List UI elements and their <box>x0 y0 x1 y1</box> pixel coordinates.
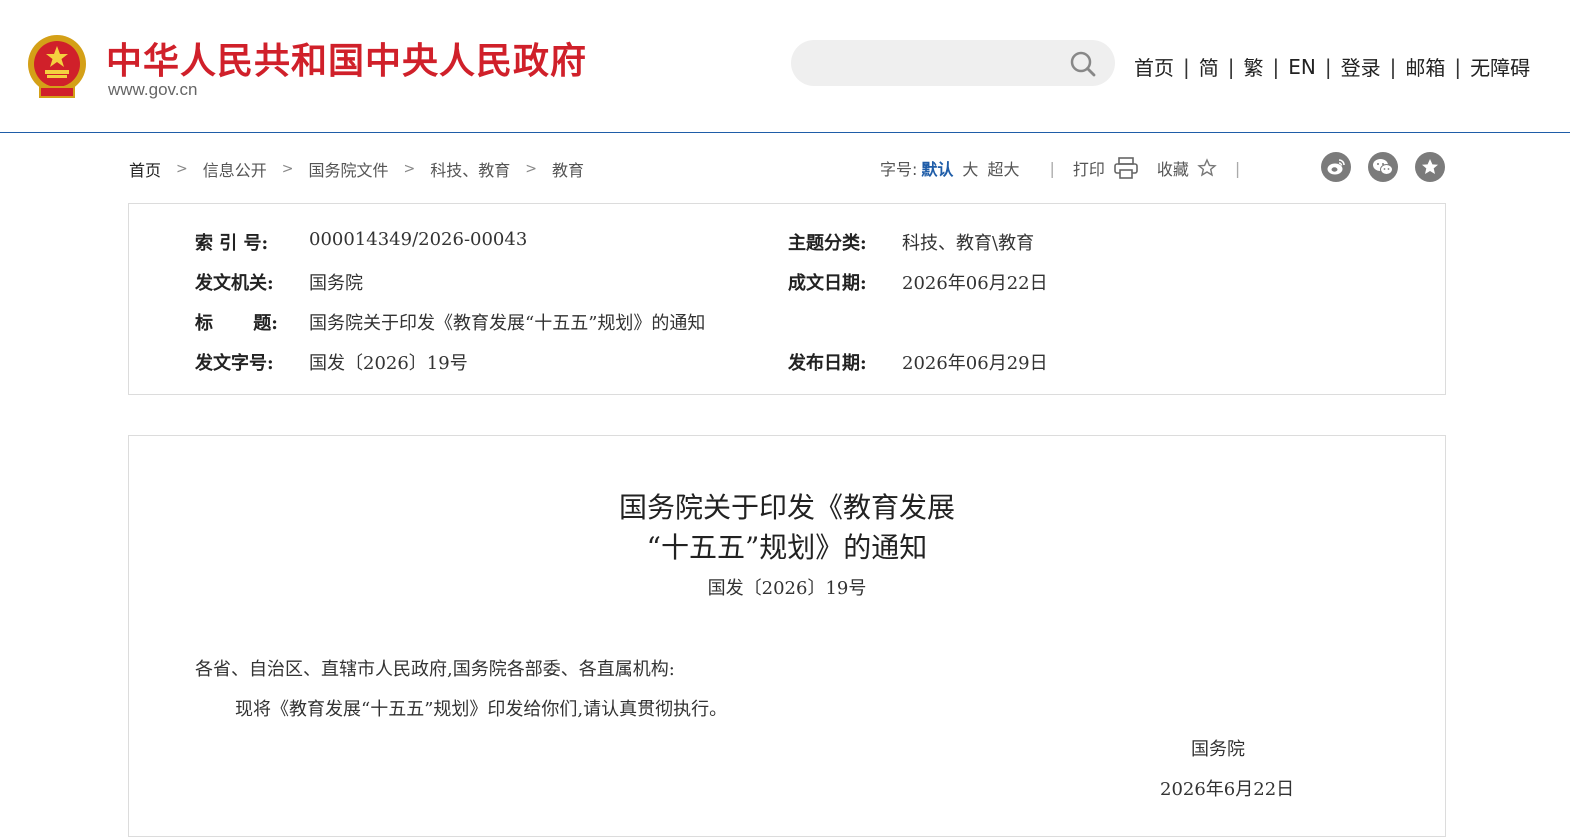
breadcrumb-home[interactable]: 首页 <box>129 157 161 181</box>
printer-icon <box>1114 157 1138 179</box>
nav-mailbox[interactable]: 邮箱 <box>1405 52 1445 81</box>
favorite-share-button[interactable] <box>1415 152 1445 182</box>
site-url: www.gov.cn <box>108 80 198 99</box>
article-body: 国务院关于印发《教育发展 “十五五”规划》的通知 国发〔2026〕19号 各省、… <box>128 435 1446 837</box>
favorite-label: 收藏 <box>1156 160 1189 179</box>
chevron-right-icon: > <box>403 161 416 177</box>
font-size-default[interactable]: 默认 <box>921 156 953 180</box>
meta-index-value: 000014349/2026-00043 <box>309 229 528 250</box>
breadcrumb-sci-edu[interactable]: 科技、教育 <box>430 157 510 181</box>
breadcrumb: 首页 > 信息公开 > 国务院文件 > 科技、教育 > 教育 <box>129 157 584 181</box>
article-title-line1: 国务院关于印发《教育发展 <box>618 491 955 524</box>
star-icon <box>1197 158 1217 177</box>
breadcrumb-info-public[interactable]: 信息公开 <box>203 157 267 181</box>
font-size-label: 字号: <box>880 160 918 179</box>
nav-separator: | <box>1454 54 1462 79</box>
meta-title-value: 国务院关于印发《教育发展“十五五”规划》的通知 <box>309 313 706 334</box>
breadcrumb-state-council-docs[interactable]: 国务院文件 <box>309 157 389 181</box>
article-date: 2026年6月22日 <box>1160 779 1295 800</box>
font-size-large[interactable]: 大 <box>962 156 978 180</box>
search-input[interactable] <box>809 48 1073 80</box>
meta-topic-value: 科技、教育\教育 <box>902 233 1035 254</box>
nav-separator: | <box>1272 54 1280 79</box>
chevron-right-icon: > <box>176 161 188 177</box>
meta-publish-date-label: 发布日期: <box>788 353 867 374</box>
nav-separator: | <box>1183 54 1190 79</box>
nav-accessibility[interactable]: 无障碍 <box>1470 52 1530 81</box>
article-doc-number: 国发〔2026〕19号 <box>707 578 867 599</box>
meta-issuer-label: 发文机关: <box>195 273 274 294</box>
document-metadata: 索 引 号: 000014349/2026-00043 主题分类: 科技、教育\… <box>128 203 1446 395</box>
site-header: 中华人民共和国中央人民政府 www.gov.cn 首页 | 简 | 繁 | EN… <box>0 0 1570 133</box>
print-button[interactable]: 打印 <box>1073 156 1139 180</box>
page-tools: 字号: 默认 大 超大 | 打印 收藏 | <box>880 152 1258 184</box>
print-label: 打印 <box>1072 160 1105 179</box>
font-size-xlarge[interactable]: 超大 <box>987 156 1019 180</box>
meta-topic-label: 主题分类: <box>788 233 867 254</box>
nav-separator: | <box>1227 54 1235 79</box>
nav-separator: | <box>1324 54 1332 79</box>
meta-docno-value: 国发〔2026〕19号 <box>309 353 468 374</box>
article-signature: 国务院 <box>1191 739 1245 760</box>
tool-separator: | <box>1049 158 1055 178</box>
tool-separator: | <box>1234 158 1241 178</box>
search-icon[interactable] <box>1069 50 1097 78</box>
meta-index-label: 索 引 号: <box>195 233 269 254</box>
meta-title-label: 标 题: <box>195 313 278 334</box>
site-name[interactable]: 中华人民共和国中央人民政府 <box>106 32 587 84</box>
nav-traditional[interactable]: 繁 <box>1244 52 1264 81</box>
weibo-icon <box>1327 159 1345 175</box>
chevron-right-icon: > <box>281 161 294 177</box>
search-box <box>791 40 1115 86</box>
wechat-share-button[interactable] <box>1368 152 1398 182</box>
meta-docno-label: 发文字号: <box>195 353 274 374</box>
nav-home[interactable]: 首页 <box>1134 52 1174 81</box>
meta-publish-date-value: 2026年06月29日 <box>902 353 1048 374</box>
nav-separator: | <box>1389 54 1397 79</box>
breadcrumb-education[interactable]: 教育 <box>552 157 584 181</box>
weibo-share-button[interactable] <box>1321 152 1351 182</box>
article-salutation: 各省、自治区、直辖市人民政府,国务院各部委、各直属机构: <box>195 659 675 680</box>
star-badge-icon <box>1422 159 1438 174</box>
meta-issuer-value: 国务院 <box>309 273 363 294</box>
national-emblem-icon[interactable] <box>26 32 88 100</box>
favorite-button[interactable]: 收藏 <box>1157 156 1217 180</box>
nav-simplified[interactable]: 简 <box>1199 52 1219 81</box>
article-paragraph: 现将《教育发展“十五五”规划》印发给你们,请认真贯彻执行。 <box>235 699 728 720</box>
nav-login[interactable]: 登录 <box>1341 52 1381 81</box>
chevron-right-icon: > <box>525 161 537 177</box>
meta-written-date-value: 2026年06月22日 <box>902 273 1048 294</box>
article-title-line2: “十五五”规划》的通知 <box>646 531 928 564</box>
wechat-icon <box>1373 159 1393 175</box>
top-nav: 首页 | 简 | 繁 | EN | 登录 | 邮箱 | 无障碍 <box>1134 52 1530 81</box>
meta-written-date-label: 成文日期: <box>788 273 867 294</box>
nav-english[interactable]: EN <box>1288 55 1316 79</box>
